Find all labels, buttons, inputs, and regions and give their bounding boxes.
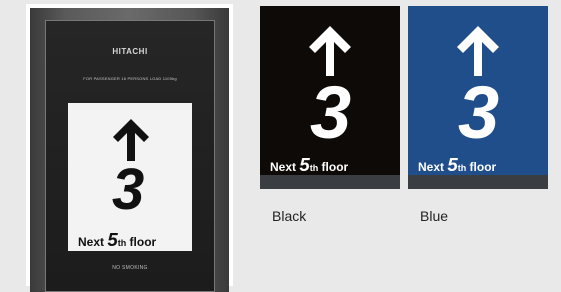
elevator-photo-frame: HITACHI FOR PASSENGER 16 PERSONS LOAD 11… [26,4,233,292]
variant-label-blue: Blue [420,208,449,224]
capacity-plate: FOR PASSENGER 16 PERSONS LOAD 1100kg [83,76,177,81]
no-smoking-notice: NO SMOKING [112,265,148,271]
indicator-display-white: 3 Next 5th floor [68,103,192,251]
brand-logo-text: HITACHI [112,47,148,56]
elevator-panel: HITACHI FOR PASSENGER 16 PERSONS LOAD 11… [45,20,215,292]
next-floor-number: 5 [299,154,310,175]
next-floor-suffix: th [309,163,319,173]
next-floor-number: 5 [447,154,458,175]
variant-blue-display: 3 Next 5th floor [408,6,548,189]
floor-label: floor [129,235,157,249]
next-floor-row: Next 5th floor [418,154,496,176]
next-label: Next [78,235,105,249]
display-footer-bar [260,175,400,189]
next-floor-row: Next 5th floor [270,154,348,176]
current-floor-number: 3 [112,157,145,222]
elevator-photo: HITACHI FOR PASSENGER 16 PERSONS LOAD 11… [30,8,229,292]
next-floor-suffix: th [457,163,467,173]
current-floor-number: 3 [458,71,500,154]
up-arrow-icon [457,26,499,76]
display-footer-bar [408,175,548,189]
current-floor-number: 3 [310,71,352,154]
variant-label-black: Black [272,208,307,224]
up-arrow-icon [309,26,351,76]
next-floor-row: Next 5th floor [78,229,156,251]
next-floor-number: 5 [107,229,118,250]
variant-black-display: 3 Next 5th floor [260,6,400,189]
next-floor-suffix: th [117,238,127,248]
floor-label: floor [321,160,349,174]
next-label: Next [270,160,297,174]
floor-label: floor [469,160,497,174]
next-label: Next [418,160,445,174]
